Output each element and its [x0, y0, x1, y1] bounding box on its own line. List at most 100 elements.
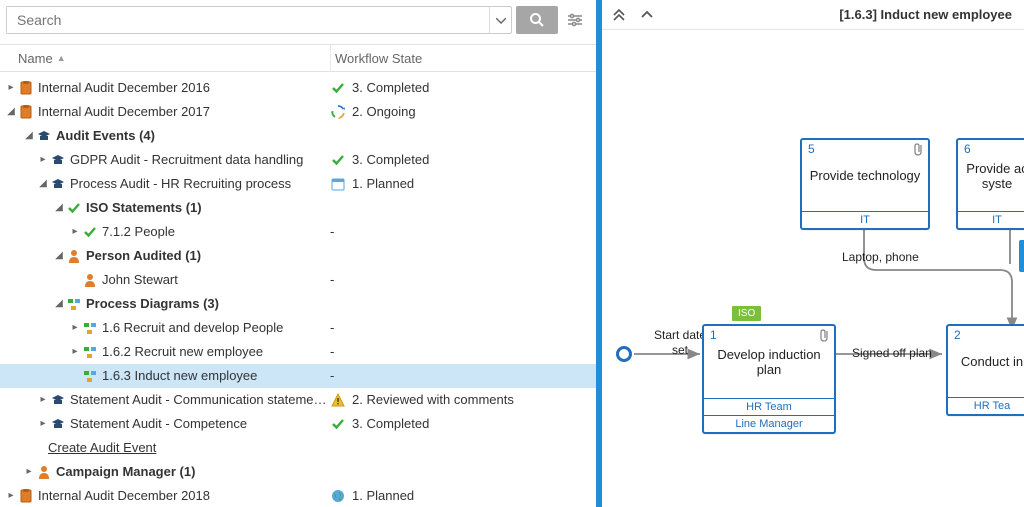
row-label: GDPR Audit - Recruitment data handling [70, 148, 303, 172]
process-diagram-canvas[interactable]: Start date set Laptop, phone Signed off … [602, 30, 1024, 507]
process-box[interactable]: 1 Develop induction plan HR Team Line Ma… [702, 324, 836, 434]
tree-row[interactable]: ▸ 1.6 Recruit and develop People - [0, 316, 596, 340]
expand-toggle[interactable]: ▸ [22, 460, 36, 484]
create-audit-event-link[interactable]: Create Audit Event [0, 436, 596, 460]
tree-row[interactable]: ▸ Campaign Manager (1) [0, 460, 596, 484]
tree-row[interactable]: ▸ GDPR Audit - Recruitment data handling… [0, 148, 596, 172]
column-state-label: Workflow State [335, 51, 422, 66]
expand-toggle[interactable]: ▸ [36, 388, 50, 412]
expand-toggle[interactable]: ▸ [4, 484, 18, 507]
go-up-button[interactable] [636, 4, 658, 26]
search-dropdown-caret[interactable] [489, 7, 511, 33]
state-label: - [330, 340, 334, 364]
state-label: - [330, 268, 334, 292]
search-bar [0, 0, 596, 44]
tree-row[interactable]: ▸ 1.6.2 Recruit new employee - [0, 340, 596, 364]
person-icon [82, 272, 98, 288]
row-label: Campaign Manager (1) [56, 460, 195, 484]
row-label: Statement Audit - Competence [70, 412, 247, 436]
clipboard-icon [18, 104, 34, 120]
state-label: - [330, 220, 334, 244]
edge-label: Signed off plan [852, 346, 932, 360]
cycle-icon [330, 104, 346, 120]
tree-row[interactable]: ▸ 7.1.2 People - [0, 220, 596, 244]
tree-row-selected[interactable]: 1.6.3 Induct new employee - [0, 364, 596, 388]
collapse-toggle[interactable]: ◢ [36, 172, 50, 196]
tree-row[interactable]: ◢ ISO Statements (1) [0, 196, 596, 220]
diagram-icon [82, 368, 98, 384]
process-box[interactable]: 6 Provide acsyste IT [956, 138, 1024, 230]
search-button[interactable] [516, 6, 558, 34]
tree-row[interactable]: ▸ Internal Audit December 2016 3. Comple… [0, 76, 596, 100]
row-label: Statement Audit - Communication statemen… [70, 388, 330, 412]
tree-row[interactable]: John Stewart - [0, 268, 596, 292]
diagram-header: [1.6.3] Induct new employee [602, 0, 1024, 30]
search-input[interactable] [7, 7, 489, 33]
collapse-all-button[interactable] [608, 4, 630, 26]
process-lane: HR Team [704, 398, 834, 415]
tree-row[interactable]: ◢ Person Audited (1) [0, 244, 596, 268]
row-label: 7.1.2 People [102, 220, 175, 244]
graduate-icon [50, 152, 66, 168]
process-lane: Line Manager [704, 415, 834, 432]
graduate-icon [50, 392, 66, 408]
collapse-toggle[interactable]: ◢ [52, 244, 66, 268]
check-icon [330, 416, 346, 432]
collapse-toggle[interactable]: ◢ [4, 100, 18, 124]
double-chevron-up-icon [613, 9, 625, 21]
globe-icon [330, 488, 346, 504]
expand-toggle[interactable]: ▸ [4, 76, 18, 100]
diagram-title: [1.6.3] Induct new employee [839, 7, 1018, 22]
expand-toggle[interactable]: ▸ [68, 316, 82, 340]
process-lane: IT [802, 211, 928, 228]
row-label: Internal Audit December 2016 [38, 76, 210, 100]
sort-caret-icon: ▲ [57, 53, 66, 63]
collapse-toggle[interactable]: ◢ [52, 196, 66, 220]
collapse-toggle[interactable]: ◢ [52, 292, 66, 316]
expand-toggle[interactable]: ▸ [68, 340, 82, 364]
row-label: John Stewart [102, 268, 178, 292]
clipboard-icon [18, 80, 34, 96]
column-name[interactable]: Name ▲ [0, 51, 330, 66]
state-label: - [330, 364, 334, 388]
column-name-label: Name [18, 51, 53, 66]
row-label: ISO Statements (1) [86, 196, 202, 220]
person-icon [36, 464, 52, 480]
process-title: Develop induction plan [704, 326, 834, 398]
tree-row[interactable]: ◢ Internal Audit December 2017 2. Ongoin… [0, 100, 596, 124]
edge-label: Start date [654, 328, 706, 342]
diagram-icon [82, 344, 98, 360]
attachment-icon [818, 328, 830, 345]
check-icon [330, 80, 346, 96]
warning-icon [330, 392, 346, 408]
process-number: 6 [964, 142, 971, 156]
tree-header: Name ▲ Workflow State [0, 44, 596, 72]
process-box[interactable]: 2 Conduct in HR Tea [946, 324, 1024, 416]
tree-row[interactable]: ◢ Audit Events (4) [0, 124, 596, 148]
expand-toggle[interactable]: ▸ [36, 412, 50, 436]
start-node[interactable] [616, 346, 632, 362]
column-workflow-state[interactable]: Workflow State [330, 45, 596, 71]
tree-row[interactable]: ◢ Process Diagrams (3) [0, 292, 596, 316]
tree-row[interactable]: ▸ Internal Audit December 2018 1. Planne… [0, 484, 596, 507]
expand-toggle[interactable]: ▸ [68, 220, 82, 244]
filter-button[interactable] [562, 6, 588, 34]
expand-toggle[interactable]: ▸ [36, 148, 50, 172]
iso-tag: ISO [732, 306, 761, 321]
chevron-up-icon [641, 9, 653, 21]
calendar-icon [330, 176, 346, 192]
person-icon [66, 248, 82, 264]
sliders-icon [567, 12, 583, 28]
row-label: Audit Events (4) [56, 124, 155, 148]
tree-row[interactable]: ▸ Statement Audit - Communication statem… [0, 388, 596, 412]
state-label: 1. Planned [352, 484, 414, 507]
state-label: 3. Completed [352, 412, 429, 436]
clipboard-icon [18, 488, 34, 504]
tree-row[interactable]: ◢ Process Audit - HR Recruiting process … [0, 172, 596, 196]
collapse-toggle[interactable]: ◢ [22, 124, 36, 148]
process-box[interactable]: 5 Provide technology IT [800, 138, 930, 230]
edge-label: Laptop, phone [842, 250, 919, 264]
tree-row[interactable]: ▸ Statement Audit - Competence 3. Comple… [0, 412, 596, 436]
graduate-icon [36, 128, 52, 144]
row-label: Person Audited (1) [86, 244, 201, 268]
